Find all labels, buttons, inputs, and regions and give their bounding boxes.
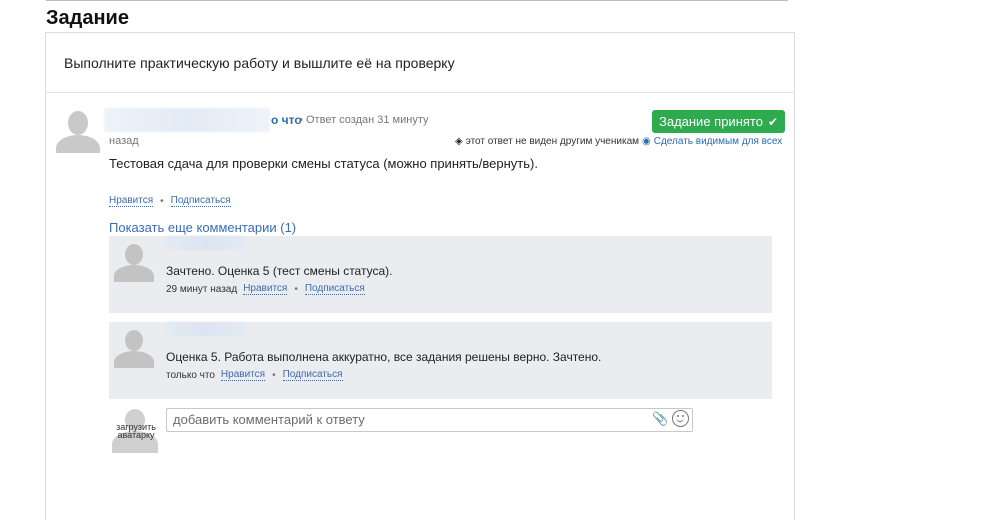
blurred-author-name (165, 236, 245, 250)
comment-meta: только что Нравится • Подписаться (166, 369, 343, 381)
like-link[interactable]: Нравится (243, 283, 288, 295)
answer-text: Тестовая сдача для проверки смены статус… (109, 156, 538, 171)
comment-time: только что (166, 369, 215, 381)
action-separator: • (294, 283, 298, 295)
smiley-icon[interactable] (672, 410, 689, 427)
comment-item: Оценка 5. Работа выполнена аккуратно, вс… (109, 322, 772, 399)
blurred-author-name (165, 322, 245, 336)
avatar-head (125, 330, 143, 351)
task-divider (46, 92, 794, 93)
task-accepted-button[interactable]: Задание принято ✔ (652, 110, 785, 133)
page-title: Задание (46, 7, 129, 29)
answer-author-avatar[interactable] (56, 109, 100, 153)
avatar-head (68, 111, 88, 135)
upload-avatar-label[interactable]: загрузить аватарку (114, 423, 158, 440)
action-separator: • (160, 195, 164, 207)
privacy-notice: ◈ этот ответ не виден другим ученикам ◉ … (455, 136, 782, 147)
comment-author-avatar[interactable] (114, 328, 154, 368)
meta-separator: • (299, 114, 303, 126)
smiley-mouth (676, 417, 684, 422)
like-link[interactable]: Нравится (109, 195, 154, 207)
comment-text: Оценка 5. Работа выполнена аккуратно, вс… (166, 350, 602, 364)
top-divider (46, 0, 788, 1)
comment-meta: 29 минут назад Нравится • Подписаться (166, 283, 365, 295)
comment-text: Зачтено. Оценка 5 (тест смены статуса). (166, 264, 393, 278)
comment-item: Зачтено. Оценка 5 (тест смены статуса). … (109, 236, 772, 313)
avatar-body (56, 135, 100, 153)
make-visible-link[interactable]: Сделать видимым для всех (654, 136, 782, 147)
paperclip-icon[interactable]: 📎 (652, 411, 668, 427)
subscribe-link[interactable]: Подписаться (304, 283, 365, 295)
comment-input[interactable] (166, 408, 693, 432)
comment-author-avatar[interactable] (114, 242, 154, 282)
show-more-comments-link[interactable]: Показать еще комментарии (1) (109, 220, 296, 235)
avatar-head (125, 244, 143, 265)
avatar-body (114, 351, 154, 368)
like-link[interactable]: Нравится (220, 369, 266, 381)
subscribe-link[interactable]: Подписаться (170, 195, 231, 207)
eye-off-icon: ◈ (455, 136, 463, 147)
task-accepted-label: Задание принято (658, 114, 763, 129)
answer-author-name[interactable]: о что (271, 113, 302, 127)
answer-created-time: Ответ создан 31 минуту (306, 114, 429, 126)
blurred-author-name (104, 108, 270, 132)
task-description: Выполните практическую работу и вышлите … (64, 55, 455, 71)
privacy-note: этот ответ не виден другим ученикам (465, 136, 640, 147)
answer-actions: Нравится • Подписаться (109, 195, 231, 207)
answer-created-ago: назад (109, 135, 139, 147)
subscribe-link[interactable]: Подписаться (282, 369, 343, 381)
action-separator: • (272, 369, 276, 381)
comment-time: 29 минут назад (166, 283, 238, 295)
eye-icon: ◉ (642, 136, 651, 147)
avatar-body (114, 265, 154, 282)
check-icon: ✔ (767, 114, 779, 129)
